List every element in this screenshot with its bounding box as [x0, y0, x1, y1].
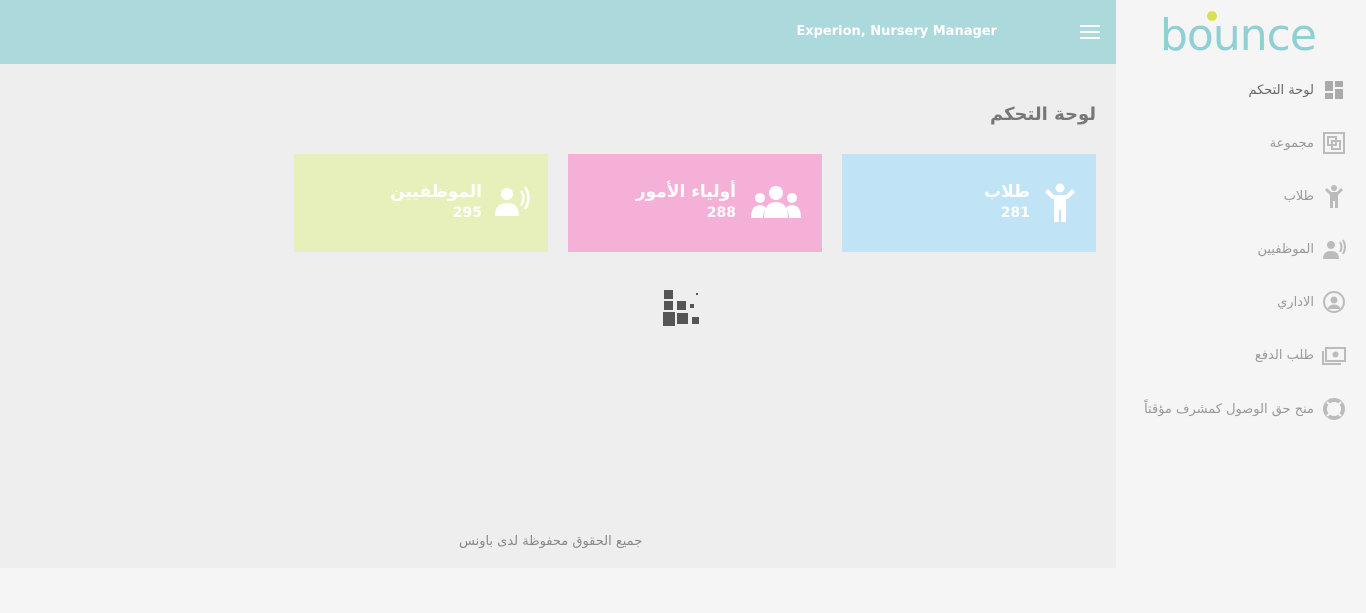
users-group-icon	[751, 186, 801, 218]
sidebar-item-admin[interactable]: الاداري	[1277, 287, 1346, 317]
students-card[interactable]: طلاب 281	[842, 154, 1096, 252]
sidebar-item-label: طلب الدفع	[1254, 347, 1314, 363]
sidebar-item-label: مجموعة	[1269, 135, 1314, 151]
sidebar: bounce لوحة التحكم مجموعة طلاب الموظفيين	[1116, 0, 1366, 613]
staff-icon	[495, 186, 530, 216]
sidebar-item-label: لوحة التحكم	[1248, 82, 1314, 98]
admin-icon	[1323, 291, 1345, 313]
bounce-logo[interactable]: bounce	[1158, 6, 1328, 60]
staff-card[interactable]: الموظفيين 295	[294, 154, 548, 252]
sidebar-item-staff[interactable]: الموظفيين	[1258, 234, 1346, 264]
page-title: لوحة التحكم	[989, 104, 1096, 125]
staff-card-label: الموظفيين	[390, 182, 482, 202]
sidebar-item-students[interactable]: طلاب	[1284, 181, 1346, 211]
svg-text:bounce: bounce	[1160, 10, 1316, 60]
user-name-label[interactable]: Experion, Nursery Manager	[796, 24, 997, 39]
sidebar-item-temp-admin-access[interactable]: منح حق الوصول كمشرف مؤقتاً	[1144, 394, 1346, 424]
sidebar-item-payment[interactable]: طلب الدفع	[1255, 340, 1346, 370]
sidebar-item-label: الاداري	[1277, 294, 1314, 310]
sidebar-item-group[interactable]: مجموعة	[1270, 128, 1346, 158]
parents-card[interactable]: أولياء الأمور 288	[568, 154, 822, 252]
payment-icon	[1322, 347, 1346, 365]
top-header: Experion, Nursery Manager	[0, 0, 1116, 64]
students-card-label: طلاب	[983, 182, 1030, 202]
loading-spinner-icon	[663, 290, 699, 326]
staff-icon	[1323, 239, 1346, 259]
sidebar-item-label: الموظفيين	[1257, 241, 1314, 257]
menu-toggle-icon[interactable]	[1080, 25, 1100, 39]
footer-copyright: جميع الحقوق محفوظة لدى باونس	[459, 534, 643, 549]
main-content: لوحة التحكم طلاب 281 أولياء الأمور 288 ا…	[0, 64, 1116, 568]
group-icon	[1323, 132, 1345, 154]
dashboard-icon	[1325, 81, 1343, 99]
sidebar-item-label: منح حق الوصول كمشرف مؤقتاً	[1144, 401, 1314, 417]
sidebar-item-dashboard[interactable]: لوحة التحكم	[1248, 75, 1346, 105]
parents-card-count: 288	[706, 205, 736, 221]
child-icon	[1325, 185, 1343, 208]
staff-card-count: 295	[452, 205, 482, 221]
child-icon	[1045, 183, 1075, 222]
students-card-count: 281	[1000, 205, 1030, 221]
sidebar-item-label: طلاب	[1283, 188, 1314, 204]
lifebuoy-icon	[1323, 398, 1345, 420]
parents-card-label: أولياء الأمور	[635, 182, 736, 202]
